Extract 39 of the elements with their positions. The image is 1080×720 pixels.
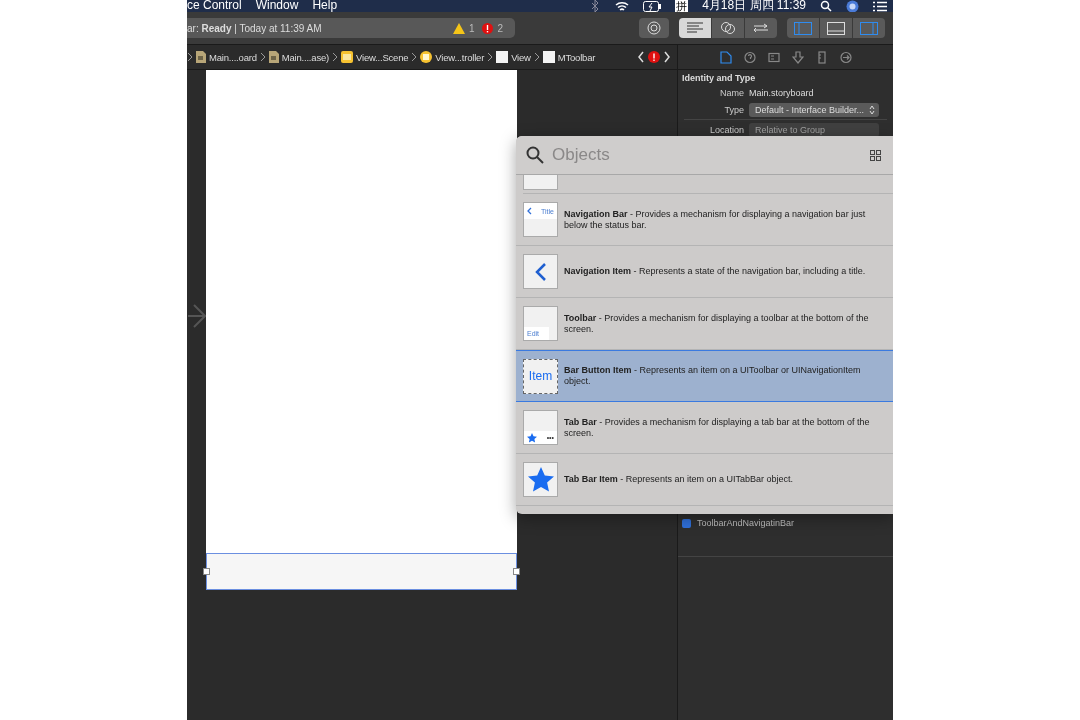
item-description: Navigation Bar - Provides a mechanism for displaying a navigation bar just below the status bar. (564, 208, 866, 230)
breadcrumb-item[interactable]: View...troller (420, 51, 485, 63)
breadcrumb-label: Main....oard (209, 51, 257, 63)
breadcrumb-item[interactable]: View...Scene (341, 51, 409, 63)
breadcrumb-label: View (511, 51, 531, 63)
library-item[interactable]: Tab Bar Item - Represents an item on a UITabBar object. (516, 454, 893, 506)
field-label: Name (719, 87, 744, 98)
build-status: ar: Ready | Today at 11:39 AM (187, 22, 322, 34)
breadcrumb-label: MToolbar (557, 51, 596, 63)
input-method-indicator[interactable]: 拼 (675, 0, 689, 12)
item-description: Tab Bar Item - Represents an item on a UITabBar object. (564, 474, 793, 484)
field-label: Type (723, 104, 744, 115)
breadcrumb-item[interactable]: Main....ase) (268, 51, 329, 63)
breadcrumb-label: Main....ase) (281, 51, 329, 63)
breadcrumb-label: View...Scene (356, 51, 409, 63)
item-description: Tab Bar - Provides a mechanism for displaying a tab bar at the bottom of the screen. (564, 416, 870, 438)
item-description: Toolbar - Provides a mechanism for displaying a toolbar at the bottom of the screen. (564, 312, 869, 334)
breadcrumb-label: View...troller (435, 51, 485, 63)
file-name: Main.storyboard (749, 87, 814, 98)
menu-item[interactable]: Window (255, 0, 299, 11)
object-thumbnail: Item (523, 358, 558, 394)
type-dropdown[interactable]: Default - Interface Builder... (749, 102, 879, 117)
outline-item[interactable]: ToolbarAndNavigatinBar (697, 518, 795, 528)
breadcrumb-item[interactable]: Main....oard (196, 51, 257, 63)
breadcrumb-item[interactable]: View (496, 51, 531, 63)
field-label: Location (708, 124, 744, 135)
menu-clock[interactable]: 4月18日 周四 11:39 (702, 0, 806, 11)
library-item[interactable]: Navigation Item - Represents a state of the navigation bar, including a title. (516, 246, 893, 298)
item-description: Navigation Item - Represents a state of the navigation bar, including a title. (564, 266, 866, 276)
breadcrumb-item[interactable]: MToolbar (542, 51, 596, 63)
menu-item[interactable]: ce Control (187, 0, 242, 11)
item-description: Bar Button Item - Represents an item on a UIToolbar or UINavigationItem object. (564, 365, 861, 386)
search-field[interactable]: Objects (550, 144, 864, 166)
library-item[interactable]: Item Bar Button Item - Represents an item on a UIToolbar or UINavigationItem object. (516, 350, 893, 402)
warning-count: 1 (468, 22, 475, 34)
error-count: 2 (497, 22, 503, 34)
menu-item[interactable]: Help (312, 0, 338, 11)
section-title: Identity and Type (681, 72, 757, 84)
location-dropdown[interactable]: Relative to Group (749, 122, 879, 137)
